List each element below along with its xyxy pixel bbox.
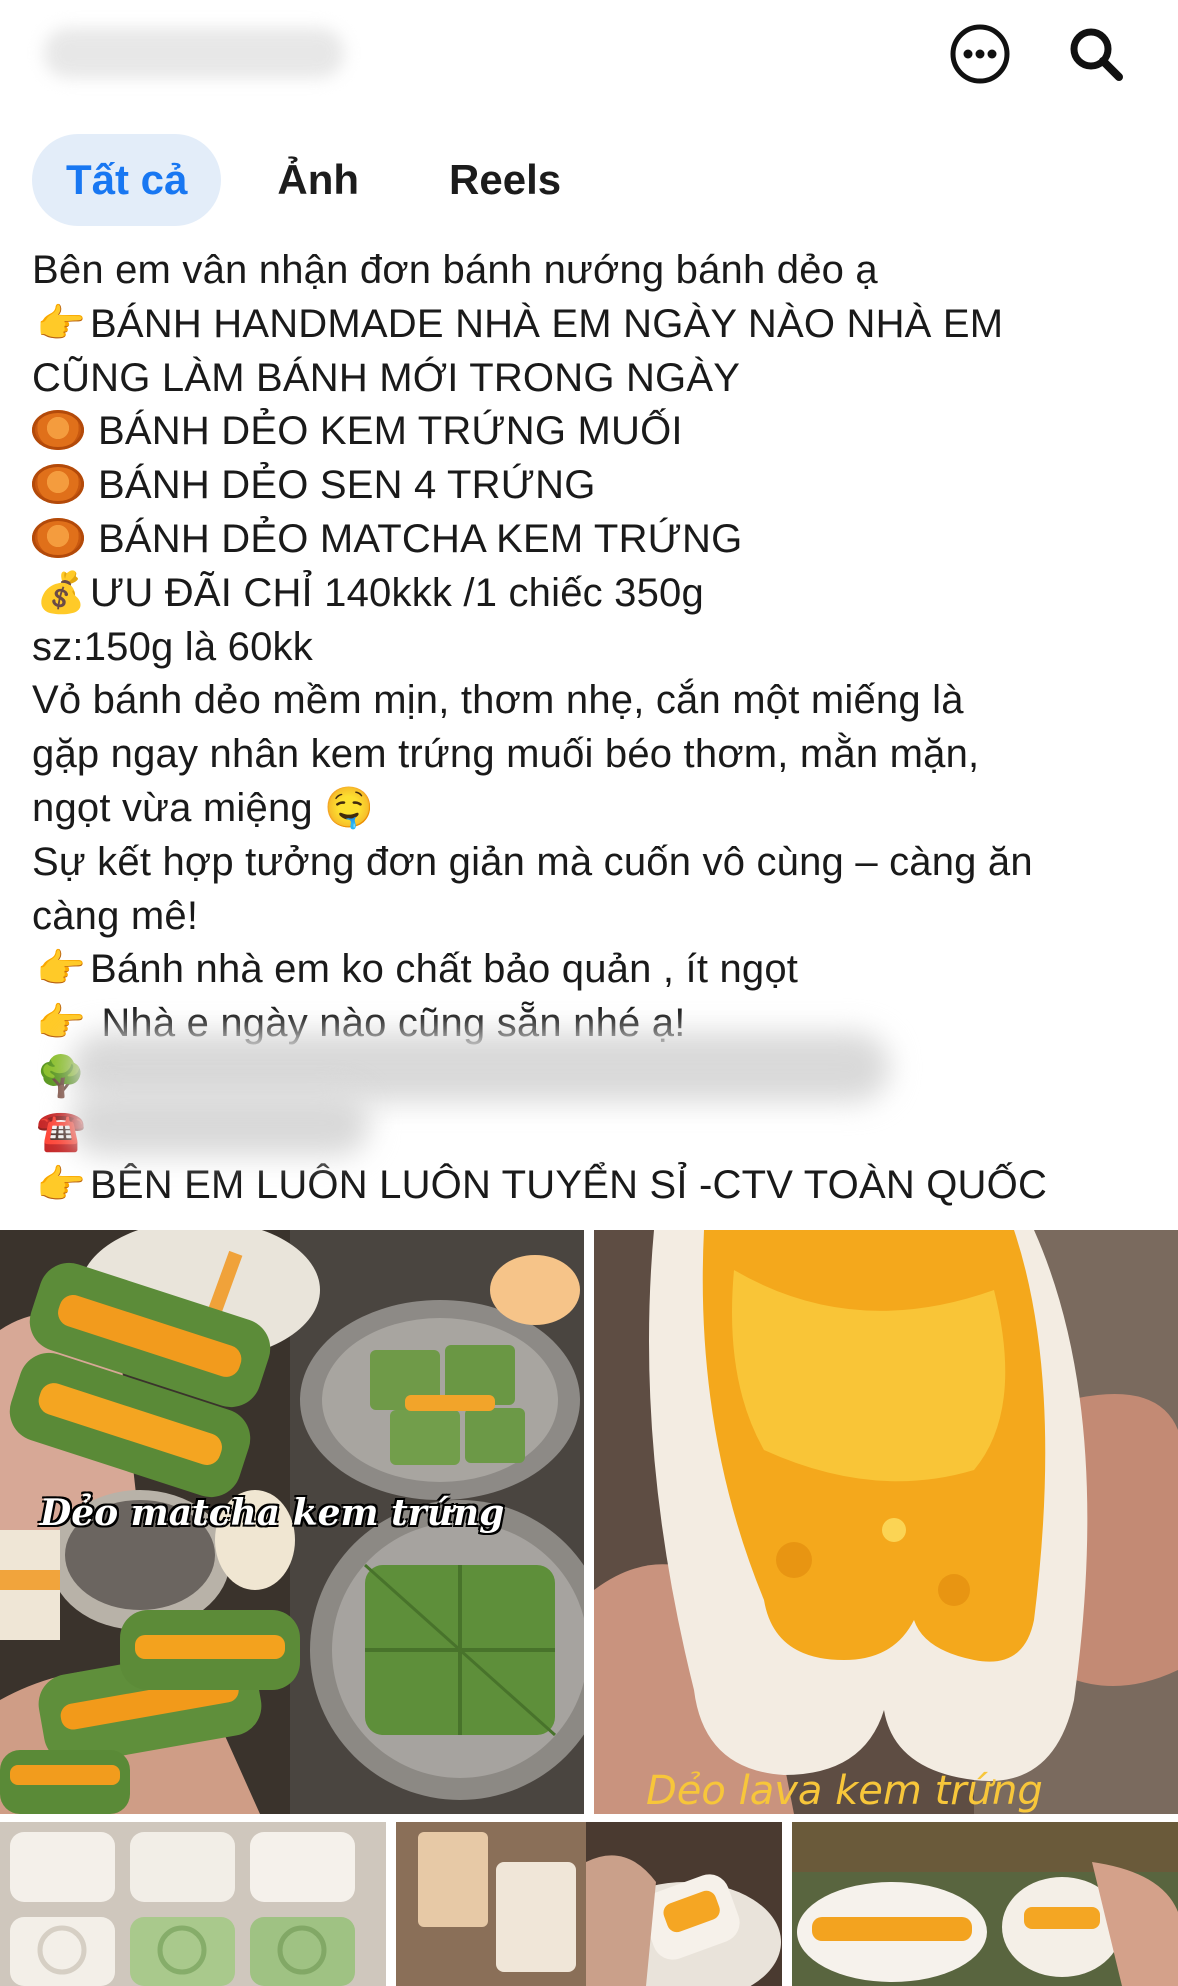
money-bag-icon: 💰: [35, 570, 86, 615]
packaged-mooncake-image: [396, 1822, 782, 1986]
photo-caption-matcha: Dẻo matcha kem trứng: [40, 1492, 505, 1534]
post-line: 👉 BÁNH HANDMADE NHÀ EM NGÀY NÀO NHÀ EM: [32, 298, 1152, 352]
redacted-phone: [70, 1090, 370, 1156]
page-header: [0, 0, 1178, 120]
tab-reels[interactable]: Reels: [415, 134, 595, 226]
more-options-icon[interactable]: [948, 22, 1012, 86]
pointing-hand-icon: 👉: [35, 1162, 86, 1207]
post-photo-lava-mooncake[interactable]: Dẻo lava kem trứng: [594, 1230, 1178, 1814]
post-photo-packaged-mooncake[interactable]: [396, 1822, 782, 1986]
post-line: 👉 Bánh nhà em ko chất bảo quản , ít ngọt: [32, 943, 1152, 997]
post-line: BÁNH DẺO MATCHA KEM TRỨNG: [32, 513, 1152, 567]
photo-caption-lava: Dẻo lava kem trứng: [646, 1768, 1043, 1814]
post-photo-mooncake-halves[interactable]: [792, 1822, 1178, 1986]
mooncake-icon: [32, 464, 84, 505]
post-photo-mooncake-trays[interactable]: [0, 1822, 386, 1986]
post-photo-matcha-collage[interactable]: Dẻo matcha kem trứng: [0, 1230, 584, 1814]
tab-all[interactable]: Tất cả: [32, 134, 222, 226]
post-line: 👉 BÊN EM LUÔN LUÔN TUYỂN SỈ -CTV TOÀN QUỐ…: [32, 1159, 1152, 1213]
pointing-hand-icon: 👉: [35, 301, 86, 346]
tab-photos[interactable]: Ảnh: [243, 134, 393, 226]
post-line: Bên em vân nhận đơn bánh nướng bánh dẻo …: [32, 248, 878, 292]
post-line: BÁNH DẺO KEM TRỨNG MUỐI: [32, 405, 1152, 459]
post-line: ngọt vừa miệng 🤤: [32, 785, 375, 830]
filter-tabs: Tất cả Ảnh Reels: [32, 132, 617, 228]
lava-mooncake-image: [594, 1230, 1178, 1814]
post-line: càng mê!: [32, 893, 199, 938]
post-line: gặp ngay nhân kem trứng muối béo thơm, m…: [32, 732, 980, 777]
mooncake-icon: [32, 410, 84, 451]
post-line: CŨNG LÀM BÁNH MỚI TRONG NGÀY: [32, 355, 741, 400]
mooncake-halves-image: [792, 1822, 1178, 1986]
page-name-redacted[interactable]: [44, 28, 344, 78]
post-line: Sự kết hợp tưởng đơn giản mà cuốn vô cùn…: [32, 839, 1033, 884]
mooncake-icon: [32, 517, 84, 558]
post-line: 💰 ƯU ĐÃI CHỈ 140kkk /1 chiếc 350g: [32, 567, 1152, 621]
post-line: BÁNH DẺO SEN 4 TRỨNG: [32, 459, 1152, 513]
post-line: sz:150g là 60kk: [32, 624, 313, 669]
pointing-hand-icon: 👉: [35, 947, 86, 992]
mooncake-trays-image: [0, 1822, 386, 1986]
search-icon[interactable]: [1064, 22, 1128, 86]
post-line: Vỏ bánh dẻo mềm mịn, thơm nhẹ, cắn một m…: [32, 678, 964, 723]
